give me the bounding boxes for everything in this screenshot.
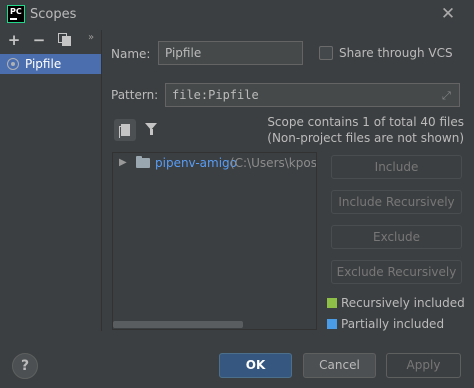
scopes-list-panel — [0, 30, 102, 331]
legend-swatch-partial — [327, 319, 337, 329]
copy-scope-button[interactable] — [58, 33, 72, 47]
apply-button[interactable]: Apply — [386, 353, 461, 378]
pattern-label: Pattern: — [111, 88, 159, 102]
cancel-button[interactable]: Cancel — [303, 353, 376, 378]
exclude-recursively-button[interactable]: Exclude Recursively — [331, 260, 462, 284]
app-icon-text: PC — [10, 7, 22, 16]
scope-info: Scope contains 1 of total 40 files (Non-… — [267, 114, 464, 146]
share-vcs-checkbox[interactable] — [319, 46, 333, 60]
horizontal-scrollbar[interactable] — [113, 321, 243, 328]
scope-count-text: Scope contains 1 of total 40 files — [267, 115, 464, 129]
folder-icon — [136, 156, 150, 168]
legend-partially-included: Partially included — [341, 317, 445, 331]
legend-swatch-recursive — [327, 298, 337, 308]
name-label: Name: — [111, 47, 151, 61]
show-files-toggle[interactable] — [114, 119, 136, 141]
include-button[interactable]: Include — [331, 155, 462, 179]
help-button[interactable]: ? — [12, 353, 38, 379]
expand-arrow-icon[interactable]: ▶ — [119, 157, 127, 168]
pycharm-logo-icon: PC — [7, 5, 25, 23]
non-project-note: (Non-project files are not shown) — [267, 131, 464, 145]
expand-pattern-icon[interactable]: ⤢ — [442, 89, 454, 102]
tree-item-path: (C:\Users\kpost — [230, 156, 316, 170]
remove-scope-button[interactable]: − — [31, 32, 47, 48]
pattern-input[interactable]: file:Pipfile — [165, 83, 460, 107]
more-actions-chevron-icon[interactable]: » — [88, 32, 94, 43]
legend-recursively-included: Recursively included — [341, 296, 465, 310]
scope-list-item-label: Pipfile — [25, 57, 62, 71]
add-scope-button[interactable]: + — [6, 32, 22, 48]
exclude-button[interactable]: Exclude — [331, 225, 462, 249]
include-recursively-button[interactable]: Include Recursively — [331, 190, 462, 214]
scope-icon — [7, 58, 19, 70]
name-input[interactable]: Pipfile — [158, 41, 303, 65]
file-icon — [119, 124, 130, 138]
project-tree[interactable] — [112, 152, 317, 330]
share-vcs-label[interactable]: Share through VCS — [339, 46, 453, 60]
tree-item-name[interactable]: pipenv-amigo — [155, 156, 237, 170]
window-title: Scopes — [30, 7, 77, 22]
scope-list-item-pipfile[interactable]: Pipfile — [0, 54, 101, 74]
ok-button[interactable]: OK — [219, 353, 292, 378]
close-icon[interactable]: ✕ — [438, 4, 458, 24]
